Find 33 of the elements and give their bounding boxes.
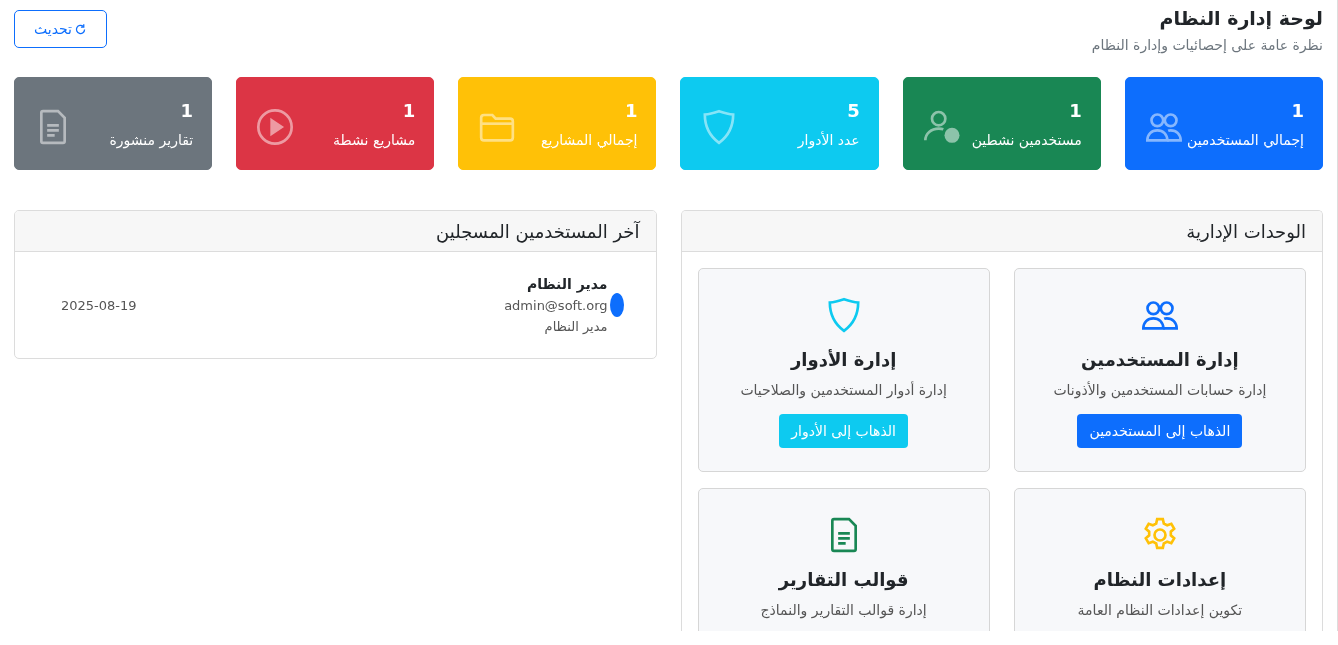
module-description: إدارة أدوار المستخدمين والصلاحيات [740,382,947,398]
module-title: إدارة المستخدمين [1081,349,1239,370]
play-circle-icon [255,106,296,147]
user-name: مدير النظام [525,276,608,292]
stat-value: 1 [623,100,638,121]
stat-value: 1 [1290,100,1304,121]
stat-value: 1 [1068,100,1082,121]
user-email: admin@soft.org [503,298,608,313]
stat-label: مستخدمين نشطين [971,131,1082,151]
module-title: إعدادات النظام [1093,569,1227,590]
stat-value: 1 [179,100,194,121]
stat-label: تقارير منشورة [109,131,194,151]
module-title: قوالب التقارير [778,569,909,590]
page-title: لوحة إدارة النظام [1158,6,1323,30]
user-role: مدير النظام [543,319,608,334]
stat-value: 5 [846,100,860,121]
module-description: إدارة حسابات المستخدمين والأذونات [1053,382,1267,398]
panel-title: الوحدات الإدارية [1186,220,1306,242]
refresh-icon [73,22,87,36]
module-button[interactable]: الذهاب إلى المستخدمين [1077,414,1243,448]
module-description: تكوين إعدادات النظام العامة [1077,602,1243,618]
stat-label: إجمالي المشاريع [541,131,638,151]
stat-value: 1 [401,100,416,121]
stat-label: عدد الأدوار [797,130,860,151]
panel-title: آخر المستخدمين المسجلين [436,220,640,242]
module-description: إدارة قوالب التقارير والنماذج [760,602,927,618]
avatar-icon [609,293,624,317]
user-date: 2025-08-19 [61,297,137,313]
refresh-button[interactable]: تحديث [14,10,107,48]
stat-label: مشاريع نشطة [333,131,416,151]
stat-label: إجمالي المستخدمين [1186,131,1304,151]
page-subtitle: نظرة عامة على إحصائيات وإدارة النظام [1091,37,1323,53]
module-title: إدارة الأدوار [790,349,897,370]
